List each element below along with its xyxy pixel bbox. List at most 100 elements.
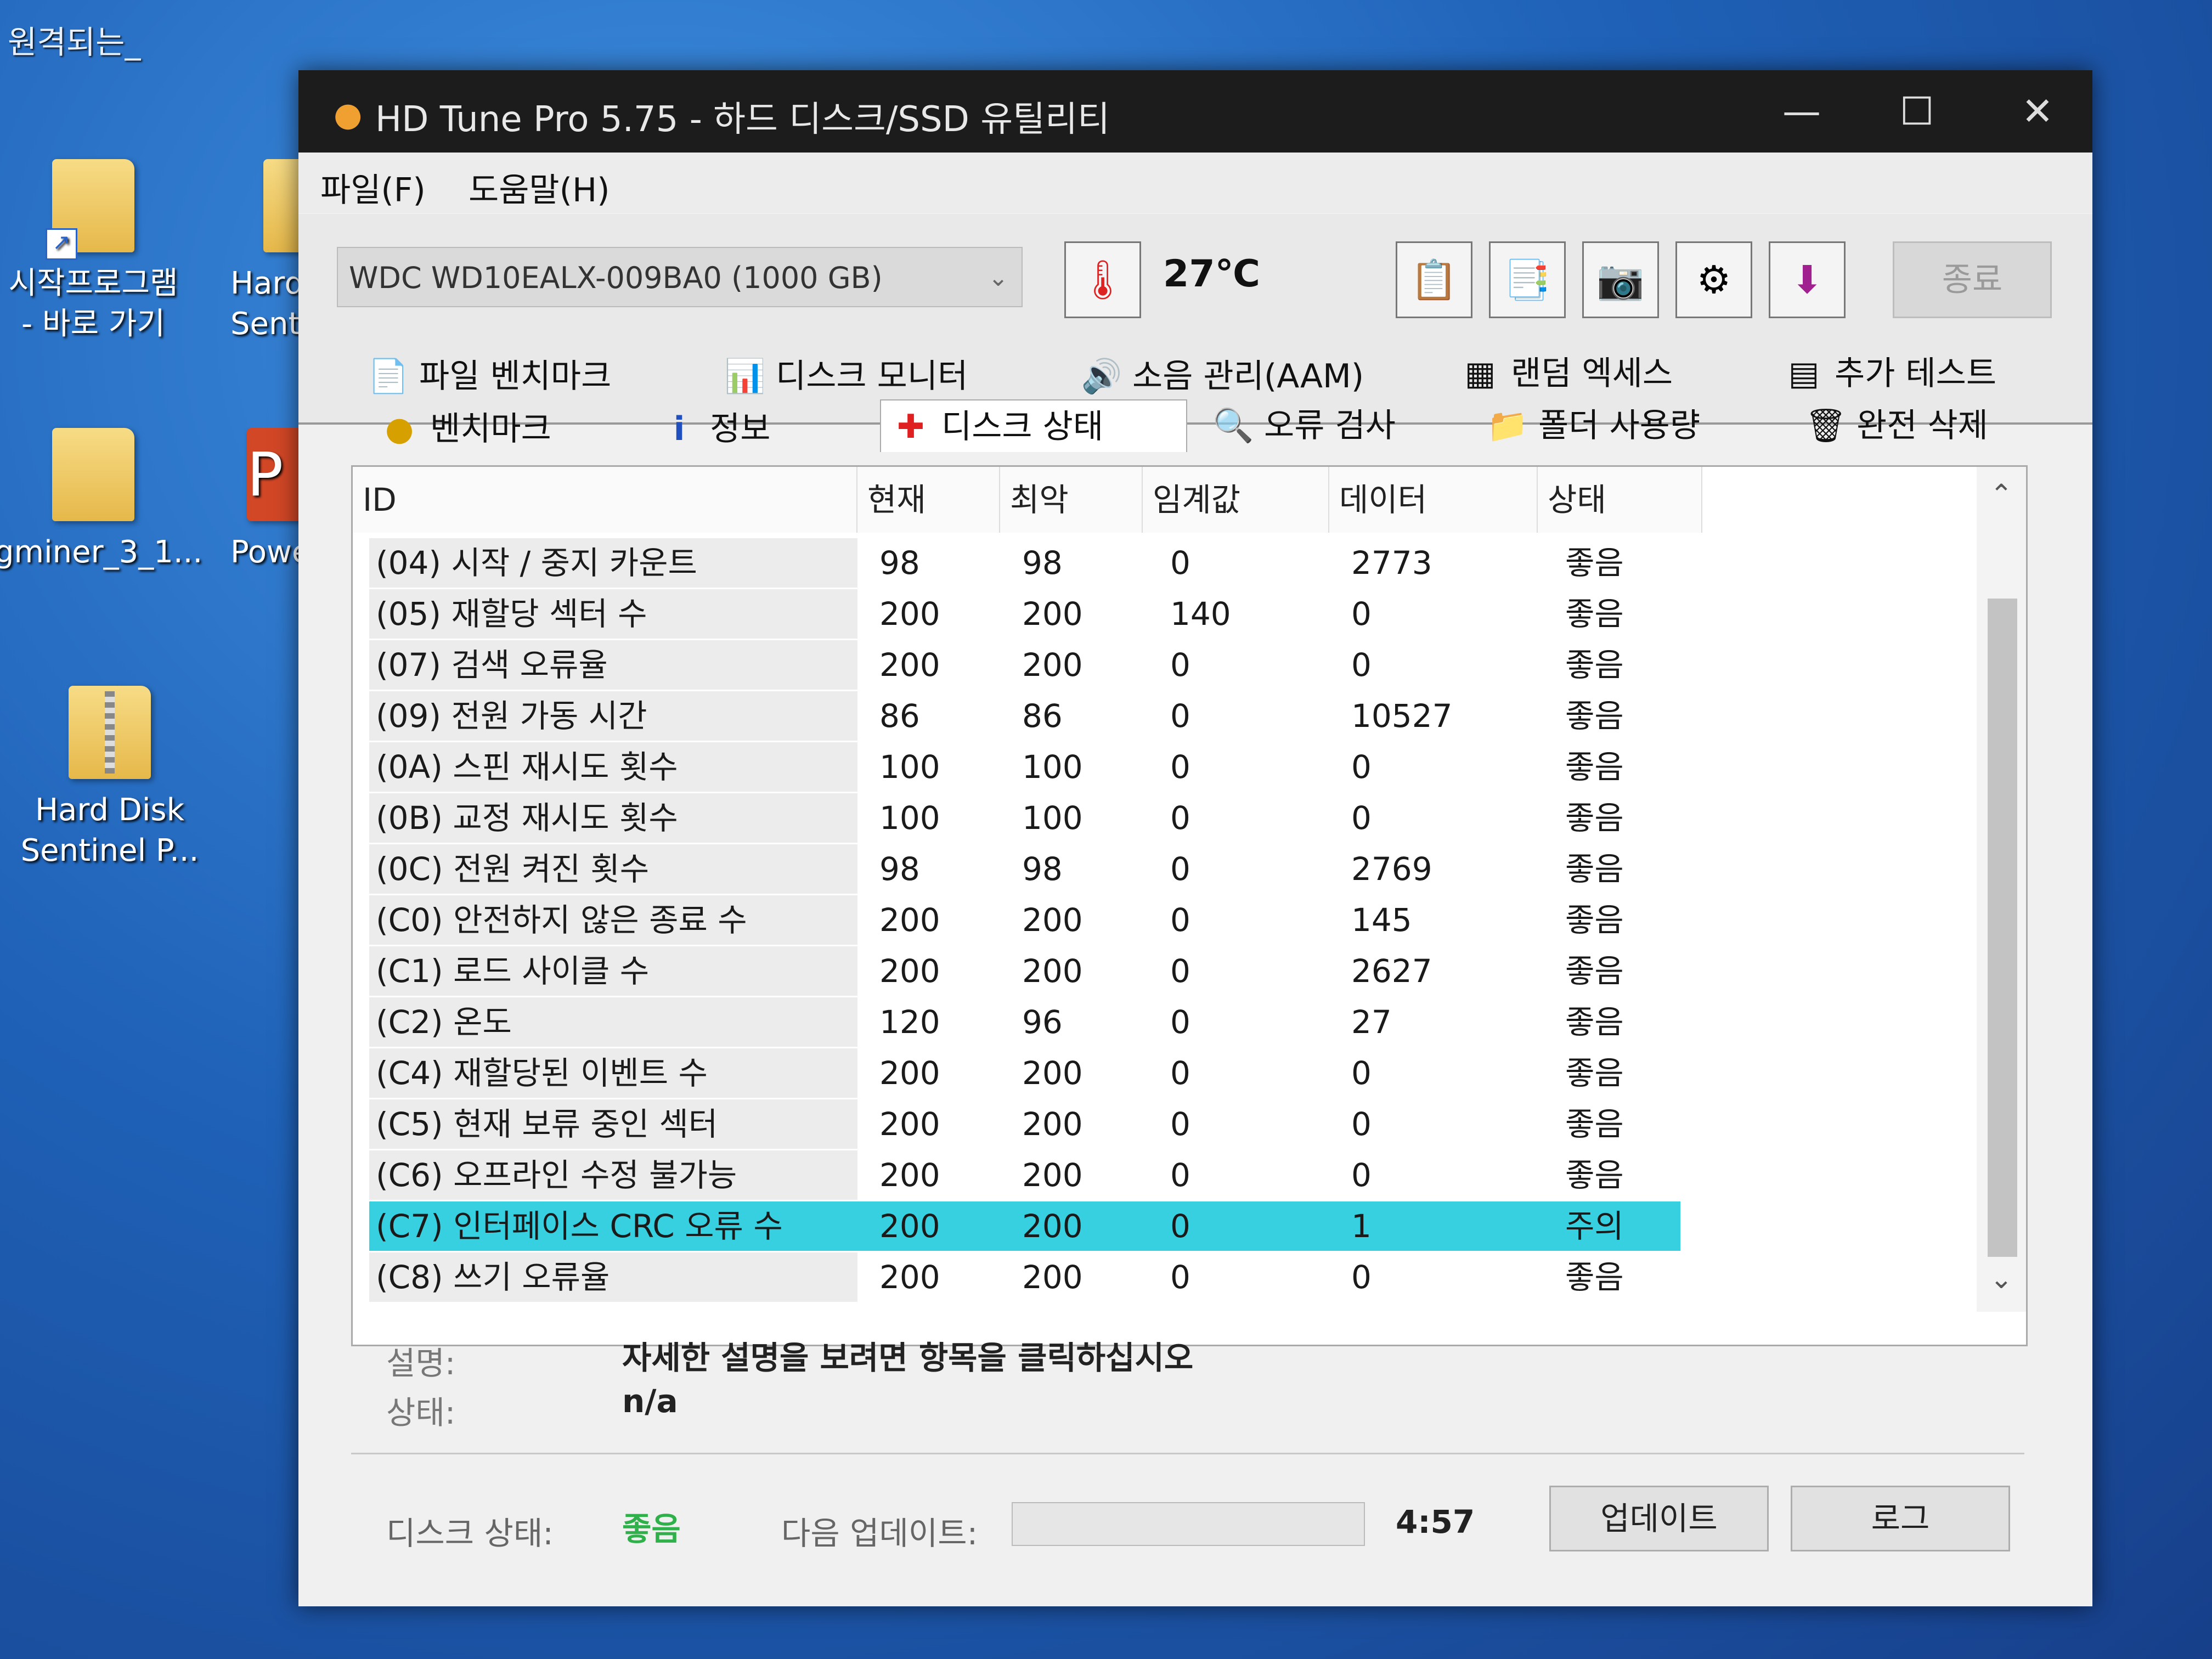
temperature-readout: 27℃ [1163, 252, 1260, 296]
desktop-icon-powerpoint[interactable]: P Powe [208, 428, 302, 573]
table-row[interactable]: (04) 시작 / 중지 카운트 98 98 0 2773 좋음 [353, 538, 1680, 588]
menu-file[interactable]: 파일(F) [320, 163, 426, 211]
cell-id: (C1) 로드 사이클 수 [369, 946, 857, 996]
cell-current: 200 [879, 952, 940, 990]
scroll-thumb[interactable] [1988, 599, 2017, 1257]
tab-disk-monitor[interactable]: 📊 디스크 모니터 [715, 350, 1045, 403]
table-row[interactable]: (0A) 스핀 재시도 횟수 100 100 0 0 좋음 [353, 742, 1680, 792]
cell-current: 200 [879, 595, 940, 633]
table-row[interactable]: (09) 전원 가동 시간 86 86 0 10527 좋음 [353, 691, 1680, 741]
cell-worst: 100 [1022, 748, 1083, 786]
cell-data: 0 [1351, 799, 1372, 837]
cell-current: 200 [879, 1207, 940, 1245]
table-row[interactable]: (0C) 전원 켜진 횟수 98 98 0 2769 좋음 [353, 844, 1680, 894]
cell-threshold: 0 [1170, 850, 1190, 888]
cell-worst: 96 [1022, 1003, 1063, 1041]
table-row[interactable]: (C2) 온도 120 96 0 27 좋음 [353, 997, 1680, 1047]
copy-text-icon[interactable]: 📋 [1396, 241, 1472, 318]
cell-data: 2627 [1351, 952, 1432, 990]
tab-file-benchmark[interactable]: 📄 파일 벤치마크 [359, 350, 688, 403]
update-button[interactable]: 업데이트 [1549, 1486, 1769, 1551]
column-header-status[interactable]: 상태 [1538, 467, 1702, 533]
tab-info[interactable]: i 정보 [650, 403, 858, 455]
cell-data: 27 [1351, 1003, 1392, 1041]
next-update-progress [1012, 1502, 1365, 1546]
cell-data: 0 [1351, 595, 1372, 633]
cell-id: (09) 전원 가동 시간 [369, 691, 857, 741]
cell-current: 200 [879, 646, 940, 684]
disk-status-value: 좋음 [622, 1510, 681, 1548]
cell-threshold: 0 [1170, 1207, 1190, 1245]
drive-select[interactable]: WDC WD10EALX-009BA0 (1000 GB) ⌄ [337, 247, 1023, 307]
cell-worst: 100 [1022, 799, 1083, 837]
cell-current: 98 [879, 850, 920, 888]
tab-folder-usage[interactable]: 📁 폴더 사용량 [1478, 399, 1774, 452]
tab-extra-tests[interactable]: ▤ 추가 테스트 [1774, 347, 2059, 400]
cell-threshold: 0 [1170, 697, 1190, 735]
exit-button[interactable]: 종료 [1893, 241, 2052, 318]
table-row[interactable]: (0B) 교정 재시도 횟수 100 100 0 0 좋음 [353, 793, 1680, 843]
health-cross-icon: ✚ [896, 408, 925, 446]
table-row[interactable]: (C0) 안전하지 않은 종료 수 200 200 0 145 좋음 [353, 895, 1680, 945]
cell-threshold: 0 [1170, 1003, 1190, 1041]
tab-benchmark[interactable]: ● 벤치마크 [370, 403, 617, 455]
column-header-threshold[interactable]: 임계값 [1143, 467, 1329, 533]
column-header-worst[interactable]: 최악 [1000, 467, 1143, 533]
desktop-icon-label: gminer_3_1... [0, 534, 203, 570]
table-row[interactable]: (C1) 로드 사이클 수 200 200 0 2627 좋음 [353, 946, 1680, 996]
cell-id: (C7) 인터페이스 CRC 오류 수 [376, 1207, 783, 1245]
desktop-icon-hard-disk-sentinel[interactable]: Hard Disk Sentinel P... [11, 686, 208, 871]
cell-current: 98 [879, 544, 920, 582]
minimize-icon[interactable]: — [1763, 81, 1840, 142]
extra-tests-icon: ▤ [1788, 354, 1820, 393]
screenshot-camera-icon[interactable]: 📷 [1582, 241, 1659, 318]
cell-data: 2773 [1351, 544, 1432, 582]
table-row[interactable]: (C4) 재할당된 이벤트 수 200 200 0 0 좋음 [353, 1048, 1680, 1098]
desktop-icon-hard-sentinel[interactable]: Hard Senti [208, 159, 307, 345]
column-header-data[interactable]: 데이터 [1329, 467, 1538, 533]
vertical-scrollbar[interactable]: ⌃ ⌄ [1977, 467, 2026, 1312]
table-row[interactable]: (C5) 현재 보류 중인 섹터 200 200 0 0 좋음 [353, 1099, 1680, 1149]
thermometer-icon[interactable]: 🌡 [1064, 241, 1141, 318]
table-row[interactable]: (07) 검색 오류율 200 200 0 0 좋음 [353, 640, 1680, 690]
desktop-icon-gminer[interactable]: gminer_3_1... [0, 428, 203, 573]
table-row[interactable]: (05) 재할당 섹터 수 200 200 140 0 좋음 [353, 589, 1680, 639]
cell-status: 주의 [1565, 1207, 1624, 1245]
cell-id: (0C) 전원 켜진 횟수 [369, 844, 857, 894]
options-gear-icon[interactable]: ⚙ [1675, 241, 1752, 318]
drive-select-value: WDC WD10EALX-009BA0 (1000 GB) [349, 261, 883, 295]
cell-status: 좋음 [1565, 595, 1624, 633]
cell-data: 0 [1351, 1105, 1372, 1143]
tab-random-access[interactable]: ▦ 랜덤 엑세스 [1451, 347, 1758, 400]
cell-threshold: 0 [1170, 901, 1190, 939]
tab-erase[interactable]: 🗑 완전 삭제 [1796, 399, 2049, 452]
title-bar[interactable]: ● HD Tune Pro 5.75 - 하드 디스크/SSD 유틸리티 — ☐… [298, 70, 2092, 153]
copy-info-icon[interactable]: 📑 [1489, 241, 1566, 318]
cell-status: 좋음 [1565, 697, 1624, 735]
close-icon[interactable]: ✕ [1999, 81, 2076, 142]
tab-health[interactable]: ✚ 디스크 상태 [880, 399, 1187, 452]
column-header-current[interactable]: 현재 [857, 467, 1000, 533]
scroll-down-icon[interactable]: ⌄ [1977, 1257, 2026, 1301]
cell-data: 0 [1351, 1054, 1372, 1092]
cell-status: 좋음 [1565, 1259, 1624, 1296]
cell-data: 0 [1351, 646, 1372, 684]
menu-help[interactable]: 도움말(H) [469, 163, 610, 211]
hdtune-window: ● HD Tune Pro 5.75 - 하드 디스크/SSD 유틸리티 — ☐… [298, 70, 2092, 1606]
tab-error-scan[interactable]: 🔍 오류 검사 [1204, 399, 1489, 452]
tab-noise-aam[interactable]: 🔊 소음 관리(AAM) [1072, 350, 1423, 403]
save-download-icon[interactable]: ⬇ [1769, 241, 1846, 318]
table-row[interactable]: (C7) 인터페이스 CRC 오류 수 200 200 0 1 주의 [369, 1201, 1680, 1251]
log-button[interactable]: 로그 [1791, 1486, 2010, 1551]
column-header-id[interactable]: ID [353, 467, 857, 533]
menu-bar: 파일(F) 도움말(H) [298, 153, 2092, 213]
cell-threshold: 0 [1170, 1105, 1190, 1143]
cell-status: 좋음 [1565, 1054, 1624, 1092]
disk-status-label: 디스크 상태: [386, 1515, 554, 1552]
table-row[interactable]: (C6) 오프라인 수정 불가능 200 200 0 0 좋음 [353, 1150, 1680, 1200]
scroll-up-icon[interactable]: ⌃ [1977, 472, 2026, 516]
desktop-icon-startup-shortcut[interactable]: ↗ 시작프로그램 - 바로 가기 [0, 159, 192, 345]
maximize-icon[interactable]: ☐ [1878, 81, 1955, 142]
cell-id: (C6) 오프라인 수정 불가능 [369, 1150, 857, 1200]
table-row[interactable]: (C8) 쓰기 오류율 200 200 0 0 좋음 [353, 1252, 1680, 1302]
